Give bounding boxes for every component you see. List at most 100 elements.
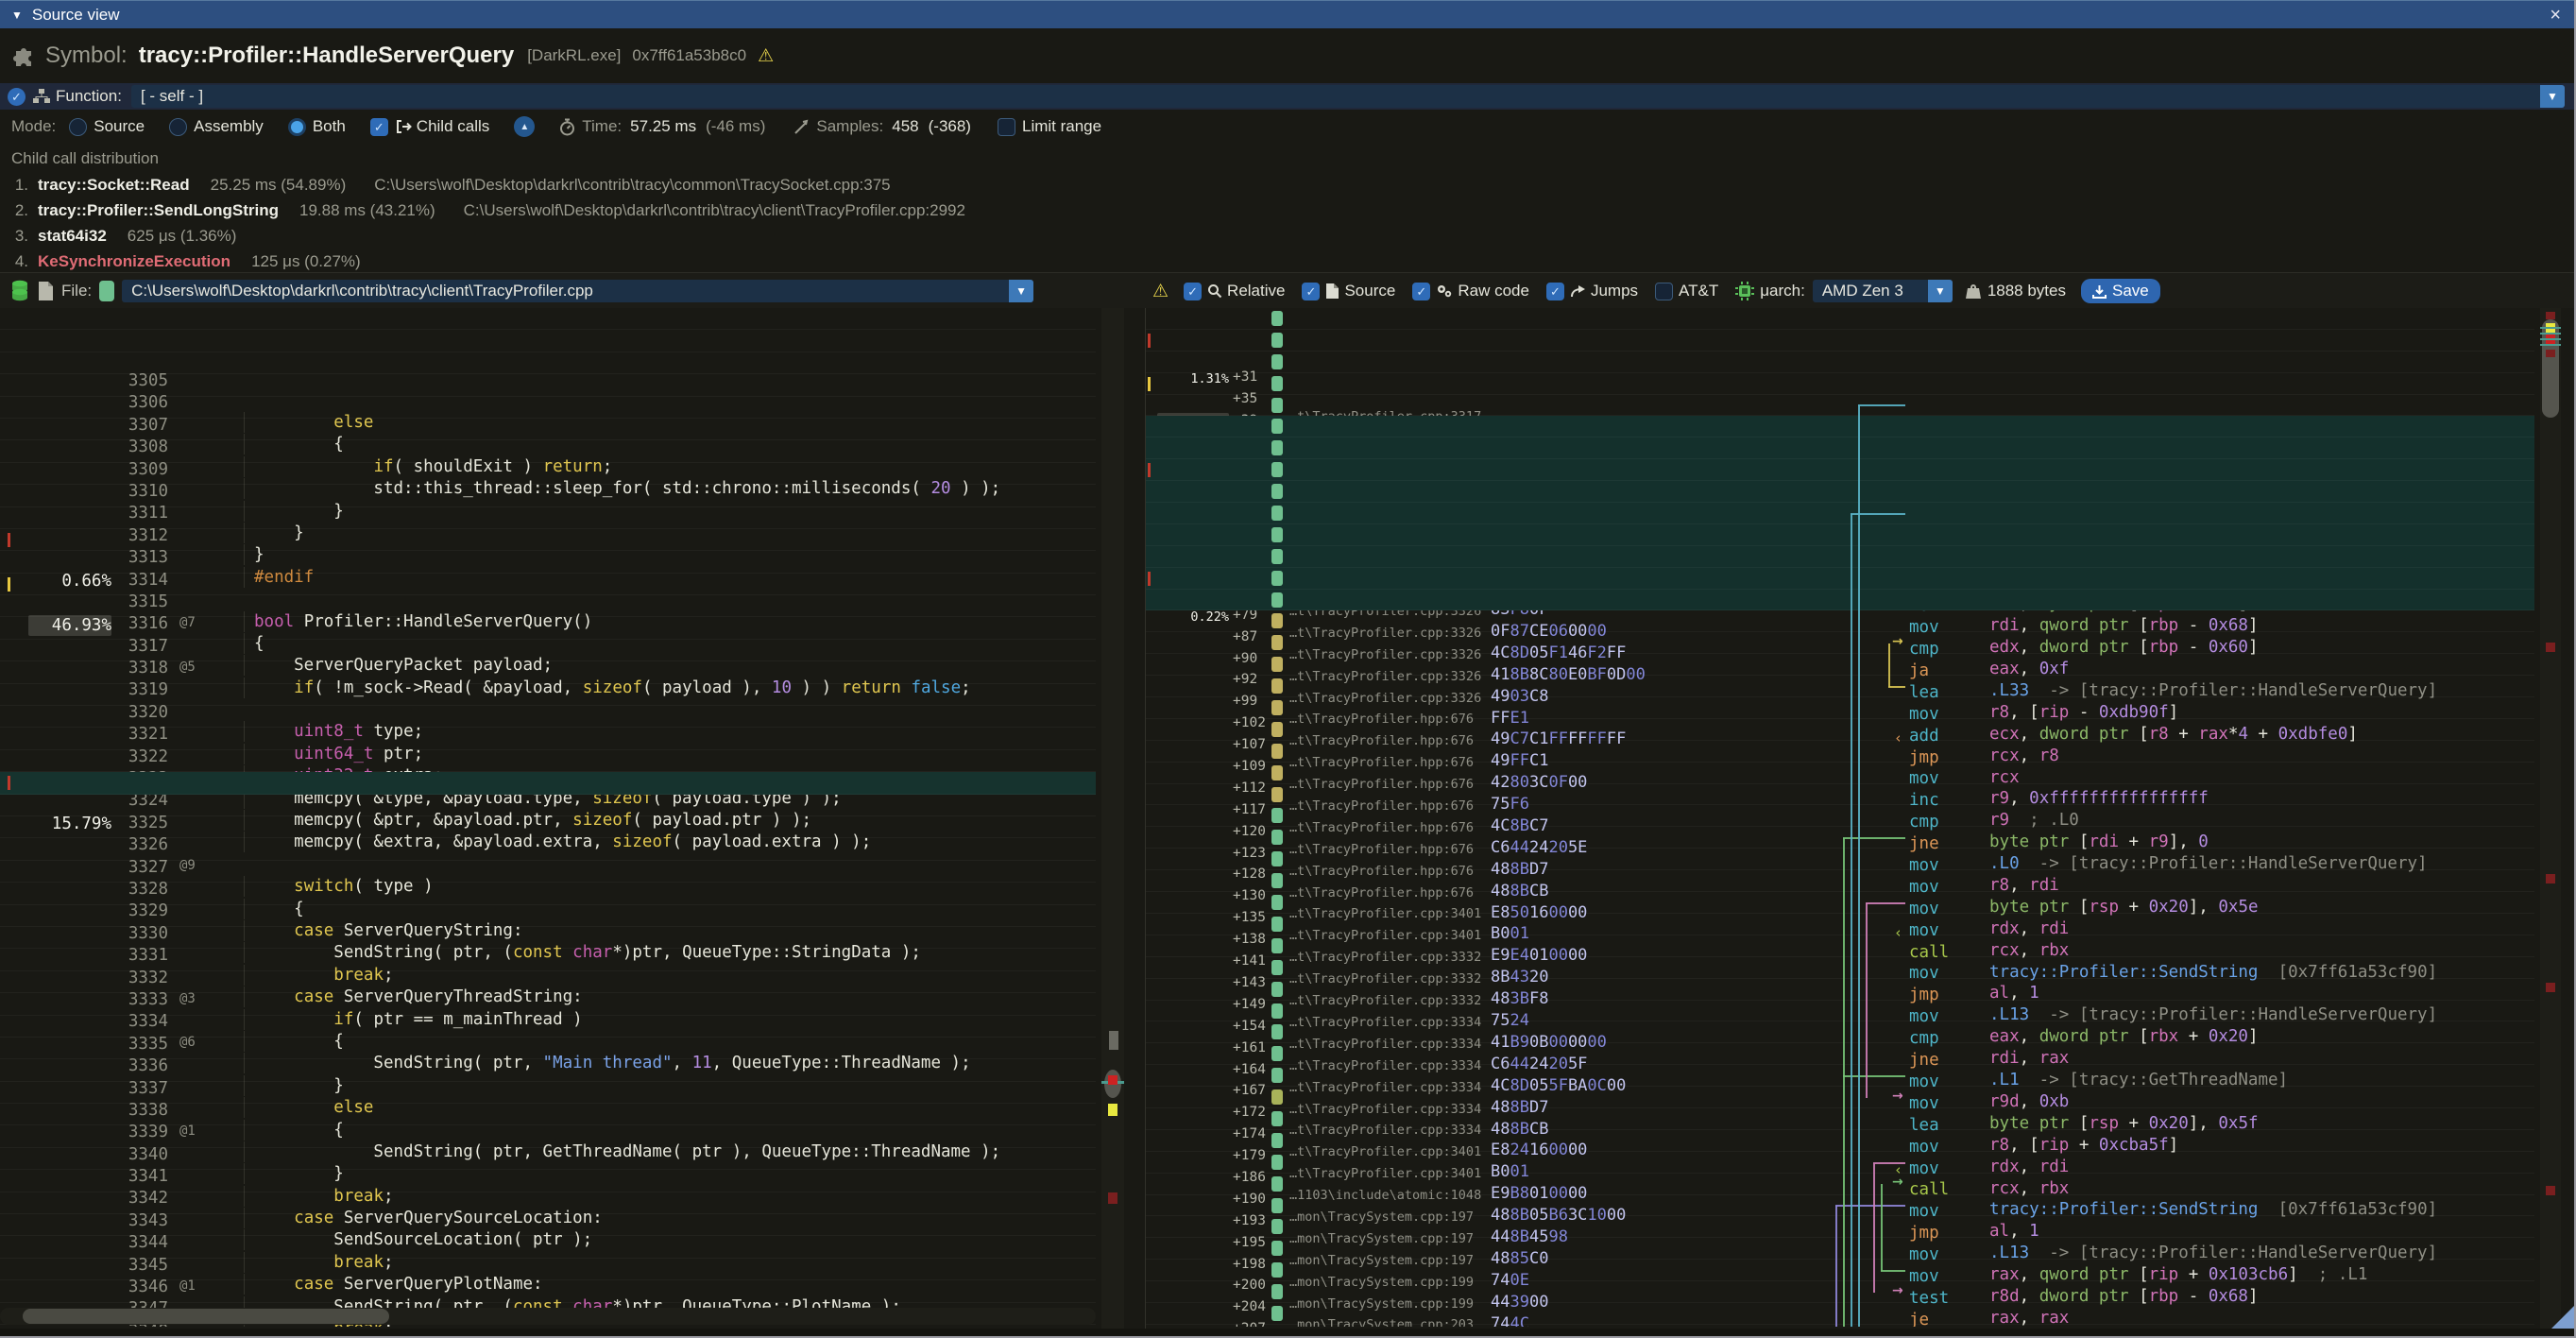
asm-row[interactable]: +107 …t\TracyProfiler.hpp:676 75F6 jne .…	[1146, 676, 2534, 697]
asm-row[interactable]: +138 …t\TracyProfiler.cpp:3332 483BF8 cm…	[1146, 870, 2534, 892]
checkbox-icon[interactable]: ✓	[1546, 283, 1564, 300]
asm-row[interactable]: +143 …t\TracyProfiler.cpp:3334 41B90B000…	[1146, 914, 2534, 935]
resize-grip[interactable]	[2551, 1306, 2574, 1329]
source-row[interactable]: 3333 {	[0, 927, 1096, 949]
save-button[interactable]: Save	[2081, 279, 2160, 303]
asm-row[interactable]: +193 …mon\TracySystem.cpp:197 740E je .L…	[1146, 1152, 2534, 1174]
asm-row[interactable]: +135 …t\TracyProfiler.cpp:3332 8B4320 mo…	[1146, 849, 2534, 870]
asm-row[interactable]: +63 …t\TracyProfiler.cpp:3326 83F80F cmp…	[1146, 481, 2534, 503]
asm-row[interactable]: +174 …t\TracyProfiler.cpp:3401 E9B801000…	[1146, 1065, 2534, 1087]
source-row[interactable]: 3349 case ServerQueryCallstackFrame:	[0, 1280, 1096, 1302]
source-row[interactable]: 3305 else	[0, 308, 1096, 330]
child-call-row[interactable]: 1. tracy::Socket::Read 25.25 ms (54.89%)…	[0, 172, 2574, 197]
source-row[interactable]: 3343 break;	[0, 1148, 1096, 1170]
asm-row[interactable]: +52 …t\TracyProfiler.cpp:3326 0FB64597 m…	[1146, 416, 2534, 437]
checkbox-icon[interactable]	[998, 118, 1015, 136]
asm-row[interactable]: +164 …t\TracyProfiler.cpp:3334 488BCB mo…	[1146, 1001, 2534, 1022]
asm-row[interactable]: +109 …t\TracyProfiler.hpp:676 4C8BC7 mov…	[1146, 697, 2534, 719]
source-scrollbar[interactable]	[1101, 308, 1124, 1329]
source-row[interactable]: 3345 @1 SendString( ptr, (const char*)pt…	[0, 1192, 1096, 1214]
radio-icon[interactable]	[288, 118, 306, 136]
source-row[interactable]: 3335 }	[0, 971, 1096, 993]
collapse-icon[interactable]: ▼	[11, 9, 23, 22]
asm-row[interactable]: +72 …t\TracyProfiler.cpp:3326 4C8D05F146…	[1146, 524, 2534, 546]
asm-row[interactable]: +172 …t\TracyProfiler.cpp:3401 B001 mov …	[1146, 1043, 2534, 1065]
asm-row[interactable]: +130 …t\TracyProfiler.cpp:3401 E9E401000…	[1146, 827, 2534, 849]
function-checkbox[interactable]: ✓	[8, 88, 26, 106]
source-row[interactable]: 46.93% 3317 @5 if( !m_sock->Read( &paylo…	[0, 574, 1096, 595]
source-row[interactable]: 3308 std::this_thread::sleep_for( std::c…	[0, 374, 1096, 396]
source-row[interactable]: 3344 case ServerQueryPlotName:	[0, 1170, 1096, 1192]
source-row[interactable]: 3330 break;	[0, 861, 1096, 883]
asm-row[interactable]: +102 …t\TracyProfiler.hpp:676 42803C0F00…	[1146, 654, 2534, 676]
asm-row[interactable]: +90 …t\TracyProfiler.cpp:3326 FFE1 ‹ jmp…	[1146, 590, 2534, 611]
hscroll-thumb[interactable]	[23, 1309, 389, 1324]
asm-row[interactable]: +204 …mon\TracySystem.cpp:203 4885C0 tes…	[1146, 1238, 2534, 1260]
chevron-down-icon[interactable]: ▼	[1009, 280, 1033, 302]
asm-row[interactable]: +179 …1103\include\atomic:1048 488B05B63…	[1146, 1087, 2534, 1108]
collapse-distribution-button[interactable]: ▲	[514, 116, 535, 137]
relative-checkbox[interactable]: ✓ Relative	[1184, 282, 1285, 300]
source-row[interactable]: 3322 memcpy( &type, &payload.type, sizeo…	[0, 684, 1096, 706]
source-row[interactable]: 3313	[0, 485, 1096, 506]
source-row[interactable]: 3337 {	[0, 1016, 1096, 1038]
source-row[interactable]: 3346 break;	[0, 1214, 1096, 1236]
child-calls-checkbox[interactable]: ✓ Child calls	[370, 117, 489, 136]
source-row[interactable]: 3323 memcpy( &ptr, &payload.ptr, sizeof(…	[0, 706, 1096, 728]
checkbox-icon[interactable]: ✓	[1412, 283, 1430, 300]
jumps-checkbox[interactable]: ✓ Jumps	[1546, 282, 1638, 300]
radio-source[interactable]: Source	[69, 117, 145, 136]
asm-row[interactable]: +66 …t\TracyProfiler.cpp:3326 0F87CE0600…	[1146, 503, 2534, 524]
asm-row[interactable]: +207 …mon\TracySystem.cpp:203 75F2 jne .…	[1146, 1260, 2534, 1281]
radio-icon[interactable]	[169, 118, 187, 136]
asm-row[interactable]: +79 …t\TracyProfiler.cpp:3326 418B8C80E0…	[1146, 546, 2534, 568]
source-row[interactable]: 3329 SendString( ptr, (const char*)ptr, …	[0, 838, 1096, 860]
chevron-down-icon[interactable]: ▼	[2540, 85, 2565, 108]
source-row[interactable]: 3342 SendSourceLocation( ptr );	[0, 1125, 1096, 1147]
asm-row[interactable]: +154 …t\TracyProfiler.cpp:3334 4C8D055FB…	[1146, 957, 2534, 979]
radio-icon[interactable]	[69, 118, 87, 136]
radio-both[interactable]: Both	[288, 117, 346, 136]
source-row[interactable]: 3310 }	[0, 419, 1096, 440]
asm-row[interactable]: +39 …t\TracyProfiler.cpp:3317 E824AA0000…	[1146, 352, 2534, 373]
source-row[interactable]: 15.79% 3326 @9 switch( type )	[0, 772, 1096, 794]
source-row[interactable]: 3316 ServerQueryPacket payload;	[0, 551, 1096, 573]
asm-row[interactable]: 0.22% +87 …t\TracyProfiler.cpp:3326 4903…	[1146, 568, 2534, 590]
source-row[interactable]: 3347 case ServerQueryTerminate:	[0, 1236, 1096, 1258]
source-row[interactable]: 3341 case ServerQuerySourceLocation:	[0, 1104, 1096, 1125]
asm-row[interactable]: +117 …t\TracyProfiler.hpp:676 488BD7 mov…	[1146, 741, 2534, 763]
function-select[interactable]: [ - self - ] ▼	[131, 85, 2565, 108]
asm-row[interactable]: 1.31% +35 …t\TracyProfiler.cpp:3317 488B…	[1146, 330, 2534, 352]
asm-row[interactable]: +195 …mon\TracySystem.cpp:199 443900 cmp…	[1146, 1174, 2534, 1195]
checkbox-icon[interactable]	[1655, 283, 1673, 300]
asm-row[interactable]: +216 …mon\TracySystem.cpp:258 488BCE mov…	[1146, 1303, 2534, 1325]
source-row[interactable]: 0.66% 3315 @7 {	[0, 529, 1096, 551]
source-row[interactable]: 3340 break;	[0, 1082, 1096, 1104]
asm-row[interactable]: +190 …mon\TracySystem.cpp:197 4885C0 tes…	[1146, 1130, 2534, 1152]
checkbox-icon[interactable]: ✓	[1302, 283, 1320, 300]
uarch-select[interactable]: AMD Zen 3 ▼	[1813, 280, 1953, 302]
checkbox-icon[interactable]: ✓	[370, 118, 388, 136]
asm-row[interactable]: +209 …mon\TracySystem.cpp:258 488D35E886…	[1146, 1281, 2534, 1303]
source-row[interactable]: 3314 bool Profiler::HandleServerQuery()	[0, 507, 1096, 529]
chevron-down-icon[interactable]: ▼	[1928, 280, 1953, 302]
asm-row[interactable]: +99 …t\TracyProfiler.hpp:676 49FFC1 inc …	[1146, 632, 2534, 654]
limit-range-checkbox[interactable]: Limit range	[998, 117, 1101, 136]
asm-row[interactable]: +120 …t\TracyProfiler.hpp:676 488BCB mov…	[1146, 763, 2534, 784]
source-row[interactable]: 3334 @6 SendString( ptr, "Main thread", …	[0, 949, 1096, 970]
child-call-row[interactable]: 2. tracy::Profiler::SendLongString 19.88…	[0, 197, 2574, 223]
source-row[interactable]: 3306 {	[0, 330, 1096, 352]
file-select[interactable]: C:\Users\wolf\Desktop\darkrl\contrib\tra…	[122, 280, 1033, 302]
source-row[interactable]: 3338 @1 SendString( ptr, GetThreadName( …	[0, 1038, 1096, 1059]
source-row[interactable]: 3325	[0, 750, 1096, 772]
source-row[interactable]: 3309 }	[0, 397, 1096, 419]
source-row[interactable]: 3332 @3 if( ptr == m_mainThread )	[0, 905, 1096, 927]
child-call-row[interactable]: 3. stat64i32 625 μs (1.36%)	[0, 223, 2574, 249]
source-hscrollbar[interactable]	[0, 1308, 1096, 1325]
asm-row[interactable]: +149 …t\TracyProfiler.cpp:3334 C64424205…	[1146, 935, 2534, 957]
close-icon[interactable]: ×	[2550, 5, 2561, 26]
asm-row[interactable]: +141 …t\TracyProfiler.cpp:3332 7524 jne …	[1146, 892, 2534, 914]
source-row[interactable]: 3312 #endif	[0, 463, 1096, 485]
source-row[interactable]: 3319 uint8_t type;	[0, 617, 1096, 639]
asm-row[interactable]: +200 …mon\TracySystem.cpp:203 488B4010 m…	[1146, 1216, 2534, 1238]
